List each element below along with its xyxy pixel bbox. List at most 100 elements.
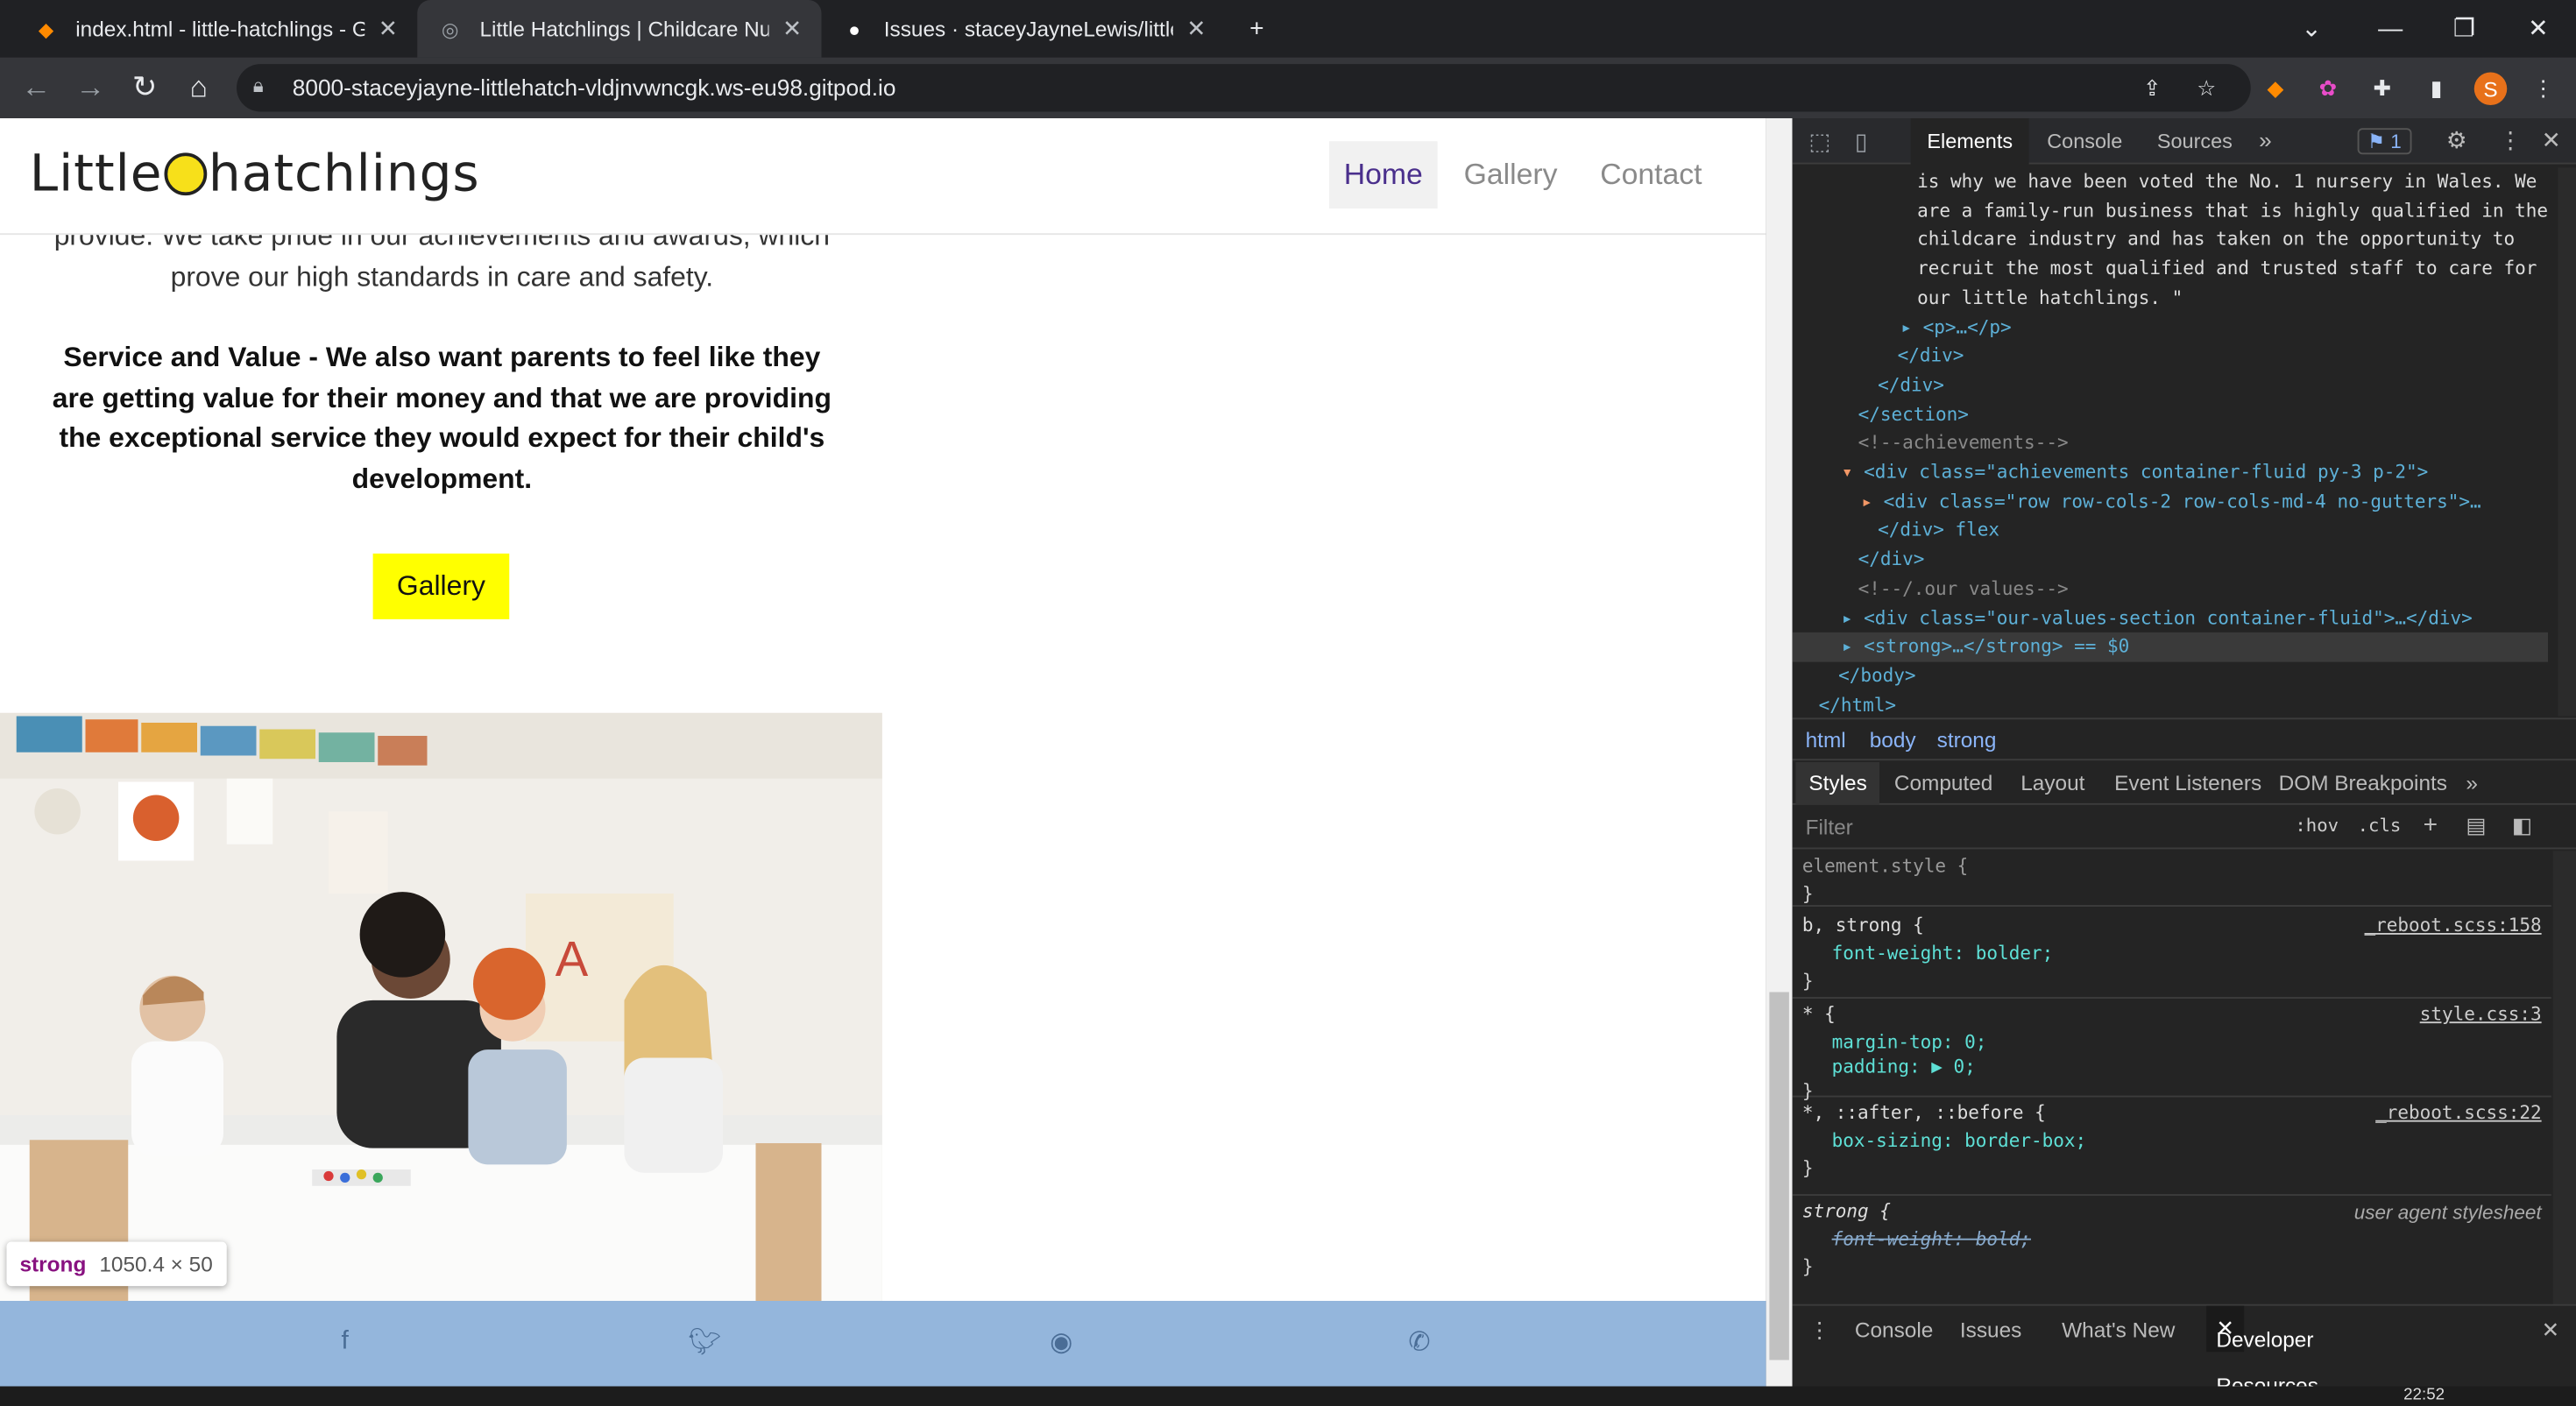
paint-icon[interactable]: ▤ — [2466, 813, 2486, 839]
drawer-tab-console[interactable]: Console — [1855, 1318, 1933, 1342]
tab-computed[interactable]: Computed — [1894, 770, 1992, 795]
page-scrollbar-thumb[interactable] — [1769, 992, 1789, 1360]
gitpod-extension-icon[interactable]: ◆ — [2259, 73, 2292, 106]
bookmark-star-icon[interactable]: ☆ — [2190, 73, 2223, 106]
devtools-drawer: ⋮ Console Issues What's New Developer Re… — [1792, 1304, 2576, 1398]
tab-styles[interactable]: Styles — [1795, 762, 1880, 805]
tab-elements[interactable]: Elements — [1910, 118, 2029, 165]
styles-rules: element.style { } _reboot.scss:158 b, st… — [1792, 851, 2551, 1373]
toggle-sidebar-icon[interactable]: ◧ — [2512, 813, 2532, 839]
styles-filter-bar: Filter :hov .cls + ▤ ◧ — [1792, 807, 2576, 850]
close-icon[interactable]: ✕ — [1186, 15, 1206, 43]
crumb-html[interactable]: html — [1806, 728, 1846, 752]
instagram-icon[interactable]: ◉ — [1044, 1324, 1079, 1360]
forward-icon[interactable]: → — [71, 67, 110, 107]
dom-node[interactable]: </html> — [1793, 691, 2549, 717]
dom-tree: is why we have been voted the No. 1 nurs… — [1792, 167, 2549, 717]
nav-home[interactable]: Home — [1328, 141, 1438, 209]
minimize-button[interactable]: — — [2366, 7, 2415, 50]
rule-b-strong: _reboot.scss:158 b, strong { font-weight… — [1792, 914, 2551, 999]
drawer-tab-developer-resources[interactable]: Developer Resources ✕ — [2206, 1305, 2318, 1398]
twitter-icon[interactable]: 🐦︎ — [687, 1324, 723, 1360]
drawer-tab-issues[interactable]: Issues — [1960, 1318, 2021, 1342]
taskbar-clock[interactable]: 22:52 — [2403, 1387, 2445, 1406]
new-tab-button[interactable]: + — [1232, 7, 1281, 50]
side-panel-icon[interactable]: ▮ — [2420, 73, 2453, 106]
nav-gallery[interactable]: Gallery — [1464, 158, 1558, 192]
source-link[interactable]: style.css:3 — [2420, 1002, 2542, 1029]
dom-node[interactable]: </section> — [1793, 400, 2549, 429]
tab-editor[interactable]: ◆ index.html - little-hatchlings - Git ✕ — [13, 0, 417, 58]
hov-toggle[interactable]: :hov — [2295, 815, 2339, 836]
dom-node-our-values[interactable]: ▸ <div class="our-values-section contain… — [1793, 604, 2549, 632]
source-link[interactable]: _reboot.scss:158 — [2365, 914, 2542, 941]
extensions-icon[interactable]: ✚ — [2366, 73, 2399, 106]
site-logo[interactable]: Little hatchlings — [30, 145, 480, 204]
dom-node[interactable]: </div> — [1793, 546, 2549, 575]
dom-node[interactable]: </div> — [1793, 371, 2549, 400]
tab-site[interactable]: ◎ Little Hatchlings | Childcare Nurse ✕ — [417, 0, 822, 58]
gallery-button[interactable]: Gallery — [372, 553, 510, 619]
close-drawer-icon[interactable]: ✕ — [2542, 1318, 2559, 1344]
source-link[interactable]: _reboot.scss:22 — [2375, 1100, 2541, 1127]
phone-icon[interactable]: ✆ — [1401, 1324, 1437, 1360]
nav-contact[interactable]: Contact — [1600, 158, 1702, 192]
tab-github[interactable]: ● Issues · staceyJayneLewis/little-ha ✕ — [822, 0, 1226, 58]
dom-node-strong-selected[interactable]: ▸ <strong>…</strong> == $0 — [1792, 632, 2549, 662]
share-icon[interactable]: ⇪ — [2136, 73, 2169, 106]
devtools-tabbar: ⬚ ▯ Elements Console Sources » ⚑ 1 ⚙ ⋮ ✕ — [1792, 118, 2576, 165]
dom-node[interactable]: </div> — [1793, 342, 2549, 371]
drawer-menu-icon[interactable]: ⋮ — [1808, 1318, 1829, 1344]
dom-node-row[interactable]: ▸ <div class="row row-cols-2 row-cols-md… — [1793, 487, 2549, 516]
dom-node[interactable]: </body> — [1793, 662, 2549, 691]
url-text[interactable]: 8000-staceyjayne-littlehatch-vldjnvwncgk… — [293, 74, 896, 100]
styles-scrollbar[interactable] — [2552, 851, 2576, 1304]
close-devtools-icon[interactable]: ✕ — [2542, 126, 2561, 154]
crumb-strong[interactable]: strong — [1937, 728, 1997, 752]
tab-search-icon[interactable]: ⌄ — [2287, 7, 2336, 50]
settings-gear-icon[interactable]: ⚙ — [2446, 126, 2467, 154]
devtools-menu-icon[interactable]: ⋮ — [2499, 126, 2522, 154]
more-tabs-icon[interactable]: » — [2259, 126, 2272, 152]
dom-scrollbar[interactable] — [2558, 167, 2576, 717]
drawer-tab-whats-new[interactable]: What's New — [2062, 1318, 2175, 1342]
rule-box-sizing: _reboot.scss:22 *, ::after, ::before { b… — [1792, 1100, 2551, 1196]
lock-icon: 🔒︎ — [252, 74, 264, 97]
close-icon[interactable]: ✕ — [782, 15, 802, 43]
dom-comment[interactable]: <!--achievements--> — [1793, 429, 2549, 458]
github-icon: ● — [848, 17, 860, 40]
site-footer: f 🐦︎ ◉ ✆ — [0, 1301, 1766, 1387]
back-icon[interactable]: ← — [17, 67, 56, 107]
styles-tabbar: Styles Computed Layout Event Listeners D… — [1792, 762, 2576, 805]
new-rule-icon[interactable]: + — [2424, 811, 2438, 839]
more-style-tabs-icon[interactable]: » — [2466, 770, 2478, 795]
close-window-button[interactable]: ✕ — [2514, 7, 2563, 50]
dom-node-p[interactable]: ▸ <p>…</p> — [1793, 313, 2549, 342]
issues-badge[interactable]: ⚑ 1 — [2357, 128, 2412, 155]
profile-avatar[interactable]: S — [2473, 72, 2508, 105]
filter-input[interactable]: Filter — [1806, 815, 1853, 839]
browser-menu-icon[interactable]: ⋮ — [2527, 73, 2560, 106]
page-viewport: provide. We take pride in our achievemen… — [0, 118, 1766, 1387]
tab-event-listeners[interactable]: Event Listeners — [2114, 770, 2261, 795]
tab-dom-breakpoints[interactable]: DOM Breakpoints — [2279, 770, 2447, 795]
dom-node-achievements[interactable]: ▾ <div class="achievements container-flu… — [1793, 458, 2549, 487]
dom-text-line: is why we have been voted the No. 1 nurs… — [1917, 171, 2537, 193]
home-icon[interactable]: ⌂ — [179, 67, 218, 107]
inspect-element-icon[interactable]: ⬚ — [1808, 128, 1830, 156]
device-toolbar-icon[interactable]: ▯ — [1855, 128, 1867, 156]
dom-text-line: our little hatchlings. " — [1917, 286, 2183, 309]
close-icon[interactable]: ✕ — [379, 15, 398, 43]
reload-icon[interactable]: ↻ — [125, 67, 165, 107]
facebook-icon[interactable]: f — [327, 1324, 363, 1360]
service-value-text: Service and Value - We also want parents… — [52, 342, 832, 494]
restore-button[interactable]: ❐ — [2439, 7, 2488, 50]
color-picker-icon[interactable]: ✿ — [2311, 73, 2345, 106]
tab-layout[interactable]: Layout — [2020, 770, 2084, 795]
tab-sources[interactable]: Sources — [2157, 130, 2233, 152]
cls-toggle[interactable]: .cls — [2358, 815, 2402, 836]
dom-comment[interactable]: <!--/.our values--> — [1793, 575, 2549, 604]
dom-node[interactable]: </div> flex — [1793, 517, 2549, 546]
crumb-body[interactable]: body — [1870, 728, 1916, 752]
tab-console[interactable]: Console — [2047, 130, 2122, 152]
